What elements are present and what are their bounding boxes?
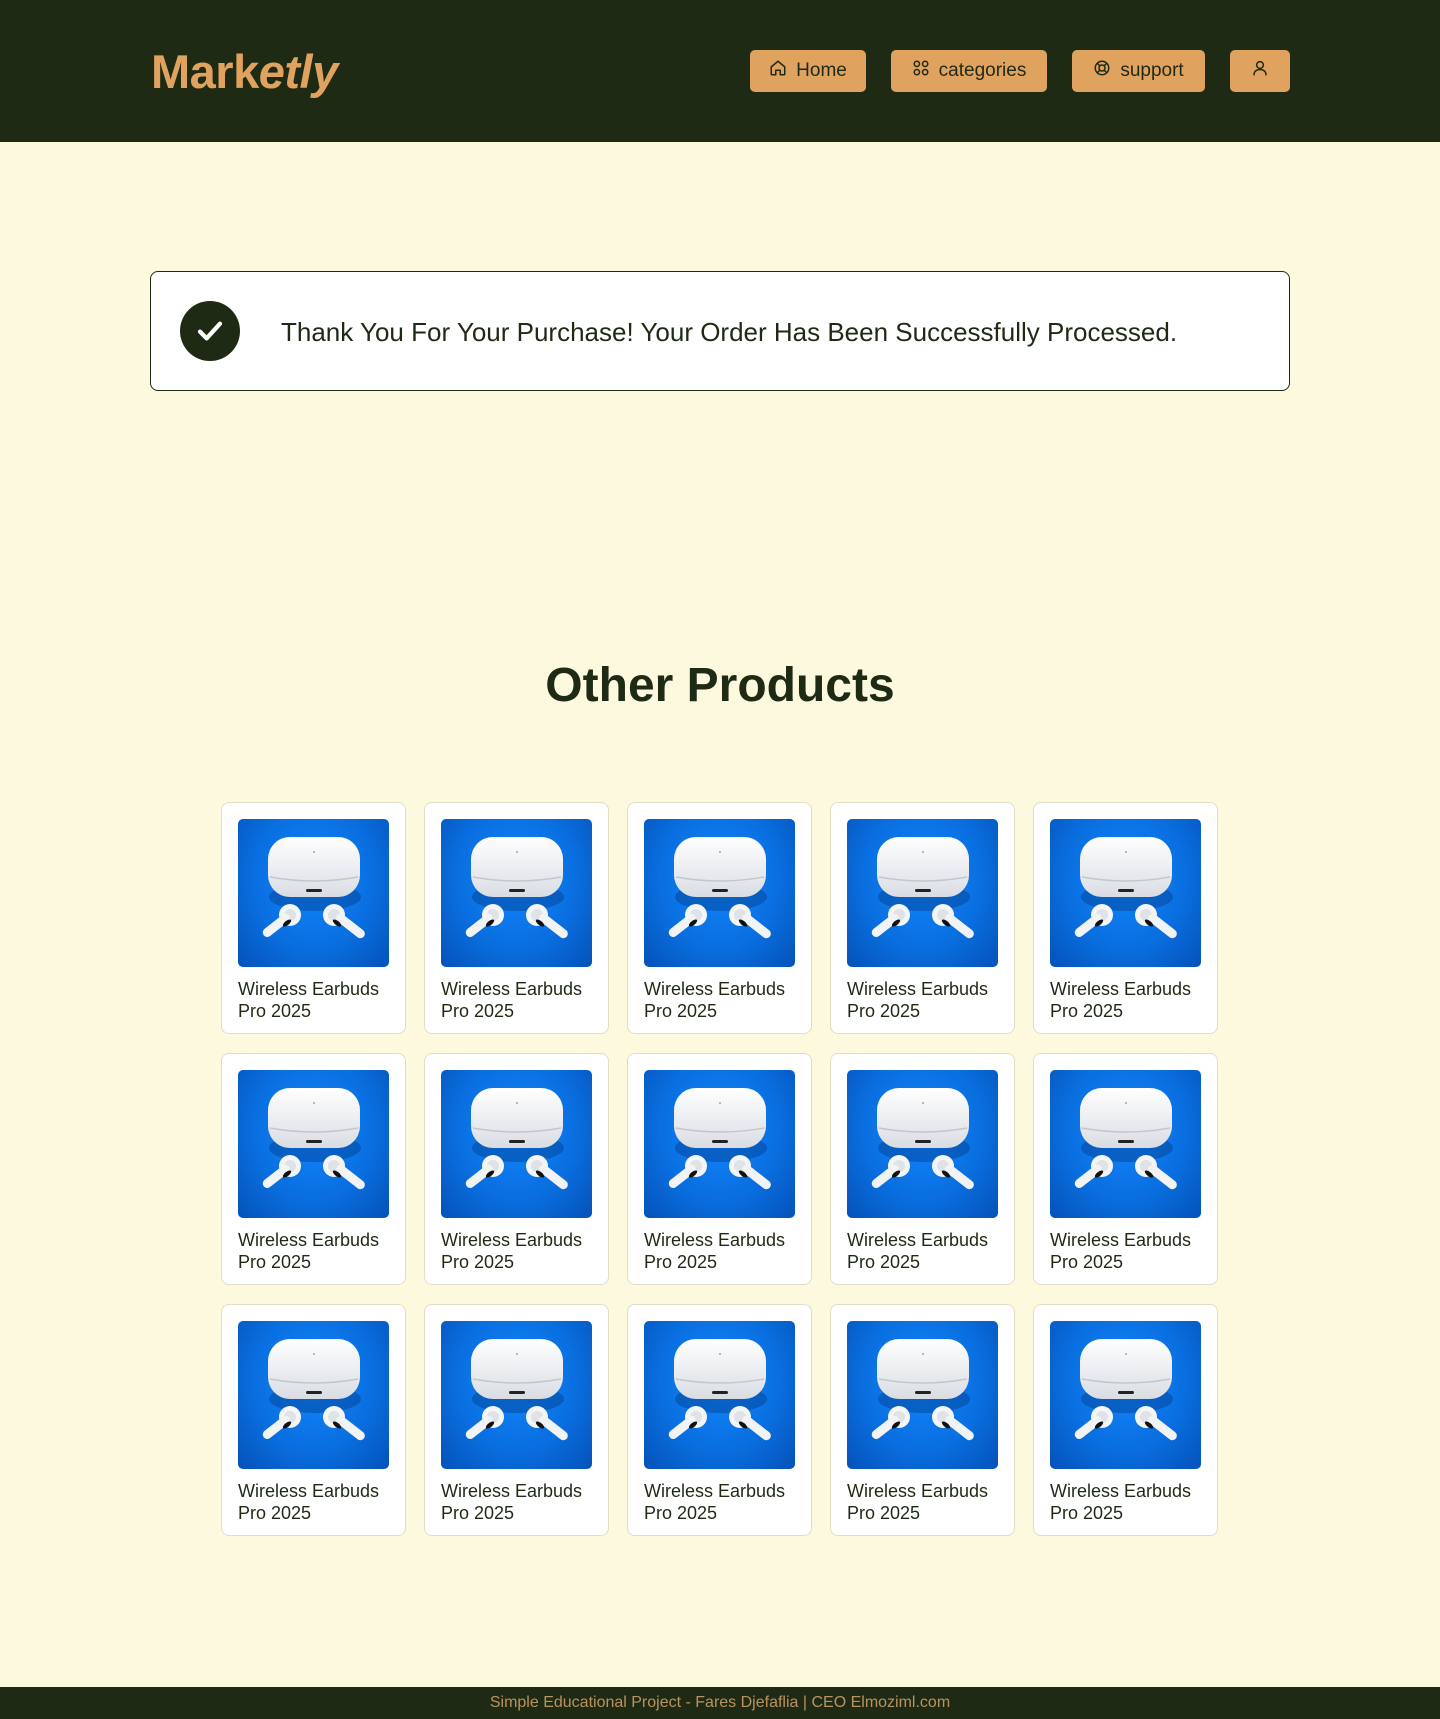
product-image[interactable] xyxy=(847,1070,998,1218)
product-name[interactable]: Wireless Earbuds Pro 2025 xyxy=(644,1229,804,1273)
site-footer: Simple Educational Project - Fares Djefa… xyxy=(0,1687,1440,1719)
lifebuoy-icon xyxy=(1093,59,1111,83)
product-name[interactable]: Wireless Earbuds Pro 2025 xyxy=(238,1480,398,1524)
product-card[interactable]: Wireless Earbuds Pro 2025 xyxy=(1033,802,1218,1034)
logo-text-italic: etly xyxy=(258,45,339,98)
check-icon xyxy=(180,301,240,361)
product-name[interactable]: Wireless Earbuds Pro 2025 xyxy=(847,978,1007,1022)
product-card[interactable]: Wireless Earbuds Pro 2025 xyxy=(1033,1053,1218,1285)
nav-support-label: support xyxy=(1120,60,1184,81)
product-image[interactable] xyxy=(1050,819,1201,967)
product-image[interactable] xyxy=(441,1321,592,1469)
nav-support-button[interactable]: support xyxy=(1072,50,1205,92)
product-name[interactable]: Wireless Earbuds Pro 2025 xyxy=(847,1480,1007,1524)
product-image[interactable] xyxy=(238,1321,389,1469)
product-name[interactable]: Wireless Earbuds Pro 2025 xyxy=(847,1229,1007,1273)
product-card[interactable]: Wireless Earbuds Pro 2025 xyxy=(830,1053,1015,1285)
user-account-button[interactable] xyxy=(1230,50,1290,92)
product-name[interactable]: Wireless Earbuds Pro 2025 xyxy=(644,978,804,1022)
product-name[interactable]: Wireless Earbuds Pro 2025 xyxy=(441,1229,601,1273)
product-image[interactable] xyxy=(847,1321,998,1469)
logo-text-bold: Mark xyxy=(151,45,259,98)
product-card[interactable]: Wireless Earbuds Pro 2025 xyxy=(424,1053,609,1285)
user-icon xyxy=(1251,59,1269,83)
nav-categories-label: categories xyxy=(938,60,1027,81)
product-card[interactable]: Wireless Earbuds Pro 2025 xyxy=(221,1053,406,1285)
product-image[interactable] xyxy=(847,819,998,967)
product-image[interactable] xyxy=(1050,1321,1201,1469)
product-name[interactable]: Wireless Earbuds Pro 2025 xyxy=(441,1480,601,1524)
product-card[interactable]: Wireless Earbuds Pro 2025 xyxy=(627,802,812,1034)
home-icon xyxy=(769,59,787,83)
product-image[interactable] xyxy=(238,819,389,967)
product-name[interactable]: Wireless Earbuds Pro 2025 xyxy=(1050,978,1210,1022)
product-card[interactable]: Wireless Earbuds Pro 2025 xyxy=(424,1304,609,1536)
grid-icon xyxy=(912,59,930,83)
product-card[interactable]: Wireless Earbuds Pro 2025 xyxy=(627,1304,812,1536)
product-name[interactable]: Wireless Earbuds Pro 2025 xyxy=(238,1229,398,1273)
nav-home-label: Home xyxy=(796,60,847,81)
product-name[interactable]: Wireless Earbuds Pro 2025 xyxy=(1050,1229,1210,1273)
product-name[interactable]: Wireless Earbuds Pro 2025 xyxy=(238,978,398,1022)
success-text: Thank You For Your Purchase! Your Order … xyxy=(281,317,1178,347)
product-name[interactable]: Wireless Earbuds Pro 2025 xyxy=(441,978,601,1022)
order-success-message: Thank You For Your Purchase! Your Order … xyxy=(150,271,1290,391)
product-card[interactable]: Wireless Earbuds Pro 2025 xyxy=(424,802,609,1034)
product-name[interactable]: Wireless Earbuds Pro 2025 xyxy=(1050,1480,1210,1524)
nav-home-button[interactable]: Home xyxy=(750,50,866,92)
product-image[interactable] xyxy=(644,819,795,967)
product-card[interactable]: Wireless Earbuds Pro 2025 xyxy=(830,1304,1015,1536)
site-logo[interactable]: Marketly xyxy=(151,44,338,100)
product-grid: Wireless Earbuds Pro 2025 Wireless Earbu… xyxy=(221,802,1218,1536)
site-header: Marketly Home categories support xyxy=(0,0,1440,142)
product-name[interactable]: Wireless Earbuds Pro 2025 xyxy=(644,1480,804,1524)
product-image[interactable] xyxy=(644,1070,795,1218)
footer-text: Simple Educational Project - Fares Djefa… xyxy=(489,1694,951,1711)
nav-categories-button[interactable]: categories xyxy=(891,50,1047,92)
product-image[interactable] xyxy=(1050,1070,1201,1218)
product-image[interactable] xyxy=(441,819,592,967)
product-card[interactable]: Wireless Earbuds Pro 2025 xyxy=(830,802,1015,1034)
product-card[interactable]: Wireless Earbuds Pro 2025 xyxy=(221,1304,406,1536)
product-card[interactable]: Wireless Earbuds Pro 2025 xyxy=(1033,1304,1218,1536)
product-card[interactable]: Wireless Earbuds Pro 2025 xyxy=(221,802,406,1034)
product-image[interactable] xyxy=(238,1070,389,1218)
other-products-title: Other Products xyxy=(545,659,895,712)
product-image[interactable] xyxy=(644,1321,795,1469)
product-image[interactable] xyxy=(441,1070,592,1218)
product-card[interactable]: Wireless Earbuds Pro 2025 xyxy=(627,1053,812,1285)
